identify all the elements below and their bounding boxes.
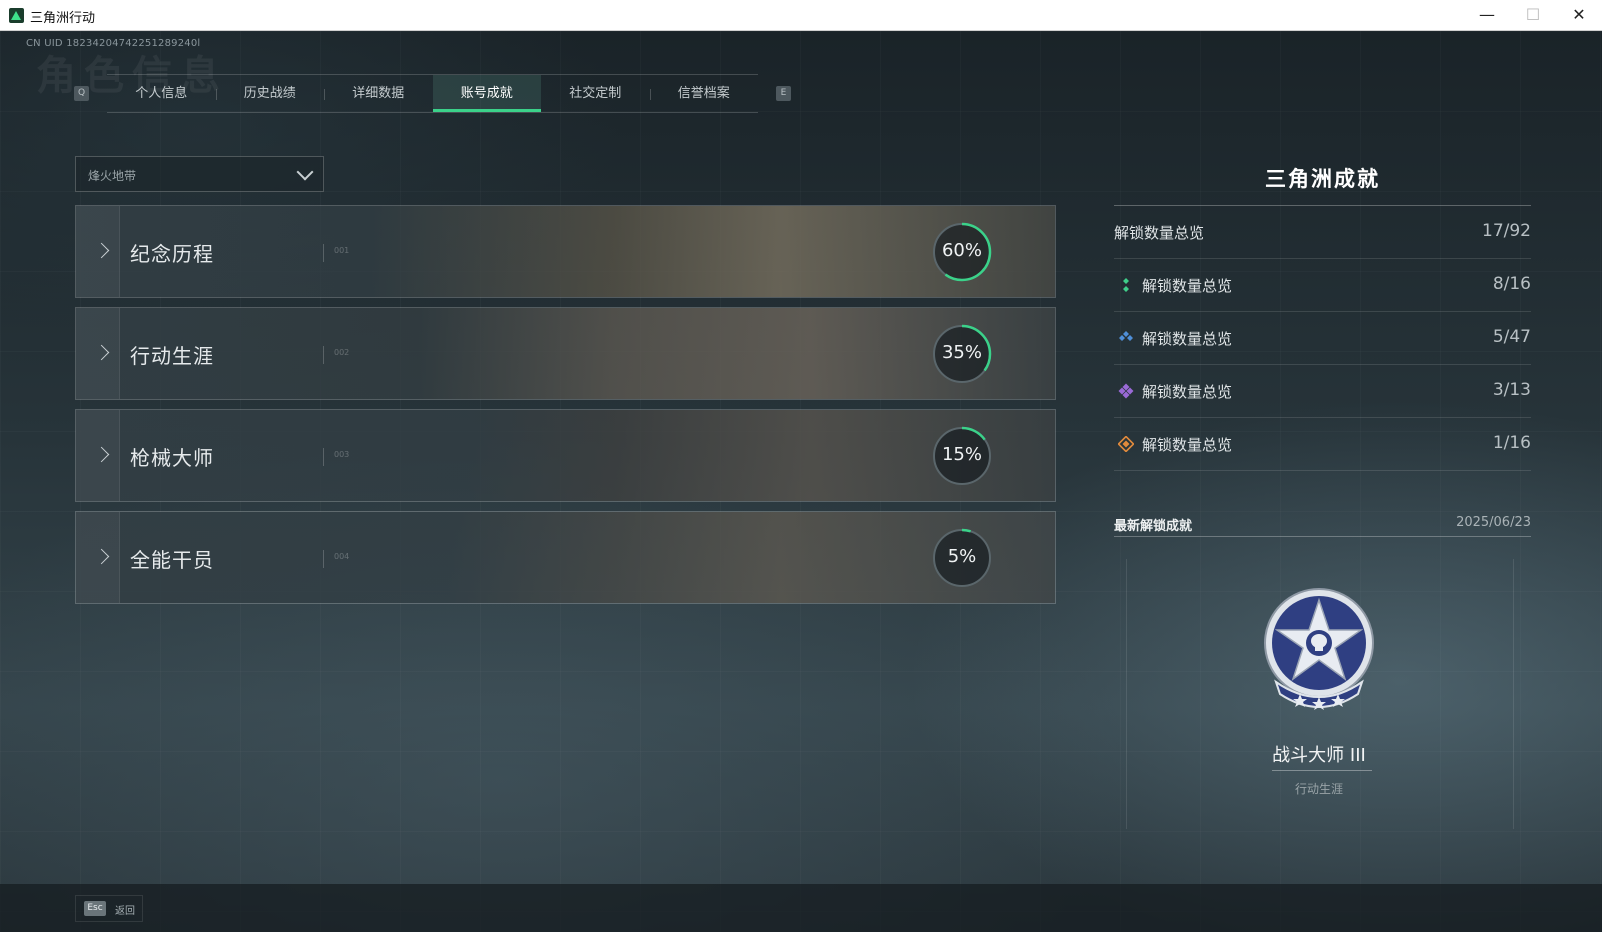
stat-label: 解锁数量总览 xyxy=(1142,383,1233,401)
category-index: 002 xyxy=(334,348,350,357)
latest-unlock-date: 2025/06/23 xyxy=(1456,515,1531,530)
player-uid: CN UID 18234204742251289240l xyxy=(26,38,201,49)
stat-value: 8/16 xyxy=(1492,274,1531,294)
progress-ring: 35% xyxy=(931,323,993,385)
panel-divider xyxy=(1114,536,1531,537)
stat-row-total: 解锁数量总览 17/92 xyxy=(1114,206,1531,259)
stat-value: 5/47 xyxy=(1492,327,1531,347)
category-name: 全能干员 xyxy=(130,548,214,572)
stat-row-blue-tier: 解锁数量总览 5/47 xyxy=(1114,312,1531,365)
tab-credit-record[interactable]: 信誉档案 xyxy=(649,75,759,112)
category-card-weapon-master[interactable]: 枪械大师 003 15% xyxy=(75,409,1056,502)
app-logo-icon xyxy=(9,8,24,23)
prev-tab-key-hint[interactable]: Q xyxy=(74,86,89,101)
minimize-button[interactable]: — xyxy=(1464,0,1510,31)
close-button[interactable]: ✕ xyxy=(1556,0,1602,31)
category-name: 枪械大师 xyxy=(130,446,214,470)
progress-ring: 60% xyxy=(931,221,993,283)
stat-value: 3/13 xyxy=(1492,380,1531,400)
game-viewport: 角色信息 CN UID 18234204742251289240l Q 个人信息… xyxy=(0,31,1602,932)
stat-label: 解锁数量总览 xyxy=(1114,224,1205,242)
achievements-panel-title: 三角洲成就 xyxy=(1265,167,1380,191)
star-skull-badge-icon[interactable] xyxy=(1262,586,1376,718)
purple-gem-icon xyxy=(1118,383,1134,399)
category-index: 003 xyxy=(334,450,350,459)
tab-match-history[interactable]: 历史战绩 xyxy=(215,75,325,112)
card-separator xyxy=(323,346,324,364)
latest-unlock-label: 最新解锁成就 xyxy=(1114,519,1193,534)
tab-account-achievements[interactable]: 账号成就 xyxy=(432,75,541,112)
latest-achievement-category: 行动生涯 xyxy=(1294,782,1343,796)
stat-label: 解锁数量总览 xyxy=(1142,330,1233,348)
progress-percent: 35% xyxy=(941,342,982,363)
tab-personal-info[interactable]: 个人信息 xyxy=(107,75,216,112)
maximize-button[interactable]: ☐ xyxy=(1510,0,1556,31)
blue-gem-icon xyxy=(1119,331,1133,341)
progress-percent: 15% xyxy=(941,444,982,465)
green-gem-icon xyxy=(1123,278,1129,292)
next-tab-key-hint[interactable]: E xyxy=(776,86,791,101)
stat-row-green-tier: 解锁数量总览 8/16 xyxy=(1114,259,1531,312)
window-titlebar: 三角洲行动 — ☐ ✕ xyxy=(0,0,1602,31)
tab-social-customization[interactable]: 社交定制 xyxy=(541,75,650,112)
card-separator xyxy=(323,448,324,466)
latest-achievement-name: 战斗大师 III xyxy=(1272,745,1366,766)
mode-select-value: 烽火地带 xyxy=(88,169,137,183)
category-name: 行动生涯 xyxy=(130,344,214,368)
mode-select-dropdown[interactable]: 烽火地带 xyxy=(75,156,324,192)
progress-percent: 5% xyxy=(947,546,977,567)
esc-key-hint: Esc xyxy=(84,901,106,916)
stat-value: 1/16 xyxy=(1492,433,1531,453)
stat-row-purple-tier: 解锁数量总览 3/13 xyxy=(1114,365,1531,418)
medal-divider xyxy=(1272,770,1372,771)
card-separator xyxy=(323,550,324,568)
stat-value: 17/92 xyxy=(1482,221,1531,241)
category-card-all-round-operator[interactable]: 全能干员 004 5% xyxy=(75,511,1056,604)
progress-ring: 5% xyxy=(931,527,993,589)
category-card-career[interactable]: 行动生涯 002 35% xyxy=(75,307,1056,400)
category-index: 004 xyxy=(334,552,350,561)
progress-percent: 60% xyxy=(941,240,982,261)
stat-row-orange-tier: 解锁数量总览 1/16 xyxy=(1114,418,1531,471)
category-index: 001 xyxy=(334,246,350,255)
back-label: 返回 xyxy=(115,906,135,917)
stat-label: 解锁数量总览 xyxy=(1142,277,1233,295)
bottom-bar xyxy=(0,884,1602,932)
progress-ring: 15% xyxy=(931,425,993,487)
stat-label: 解锁数量总览 xyxy=(1142,436,1233,454)
tab-detailed-stats[interactable]: 详细数据 xyxy=(324,75,433,112)
card-separator xyxy=(323,244,324,262)
profile-tab-bar: 个人信息 历史战绩 详细数据 账号成就 社交定制 信誉档案 xyxy=(107,74,758,113)
chevron-down-icon xyxy=(296,163,314,181)
category-card-memorial[interactable]: 纪念历程 001 60% xyxy=(75,205,1056,298)
orange-gem-icon xyxy=(1118,436,1134,452)
window-title: 三角洲行动 xyxy=(30,11,96,26)
category-name: 纪念历程 xyxy=(130,242,214,266)
